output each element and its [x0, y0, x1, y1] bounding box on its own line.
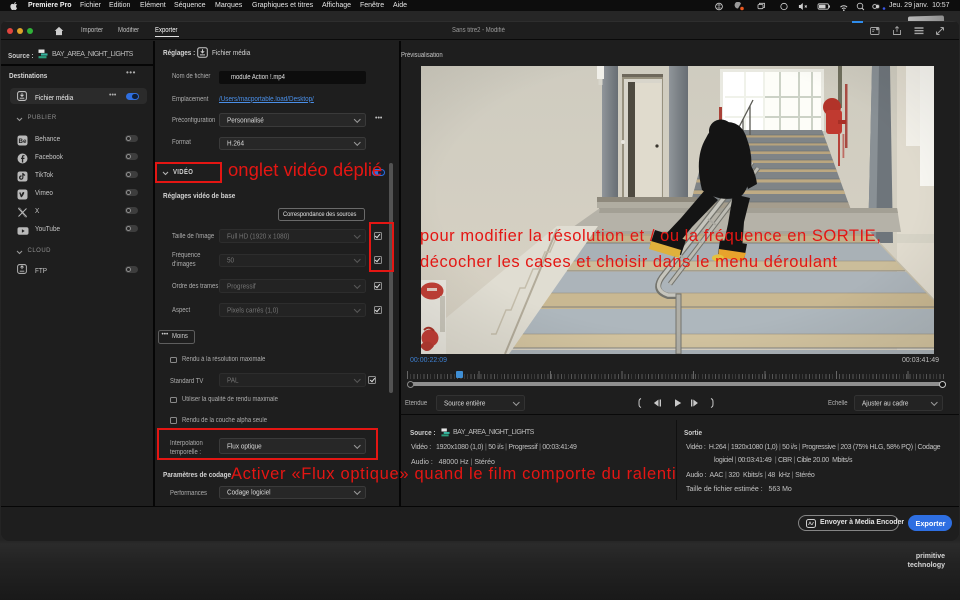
svg-text:Be: Be — [18, 138, 26, 145]
